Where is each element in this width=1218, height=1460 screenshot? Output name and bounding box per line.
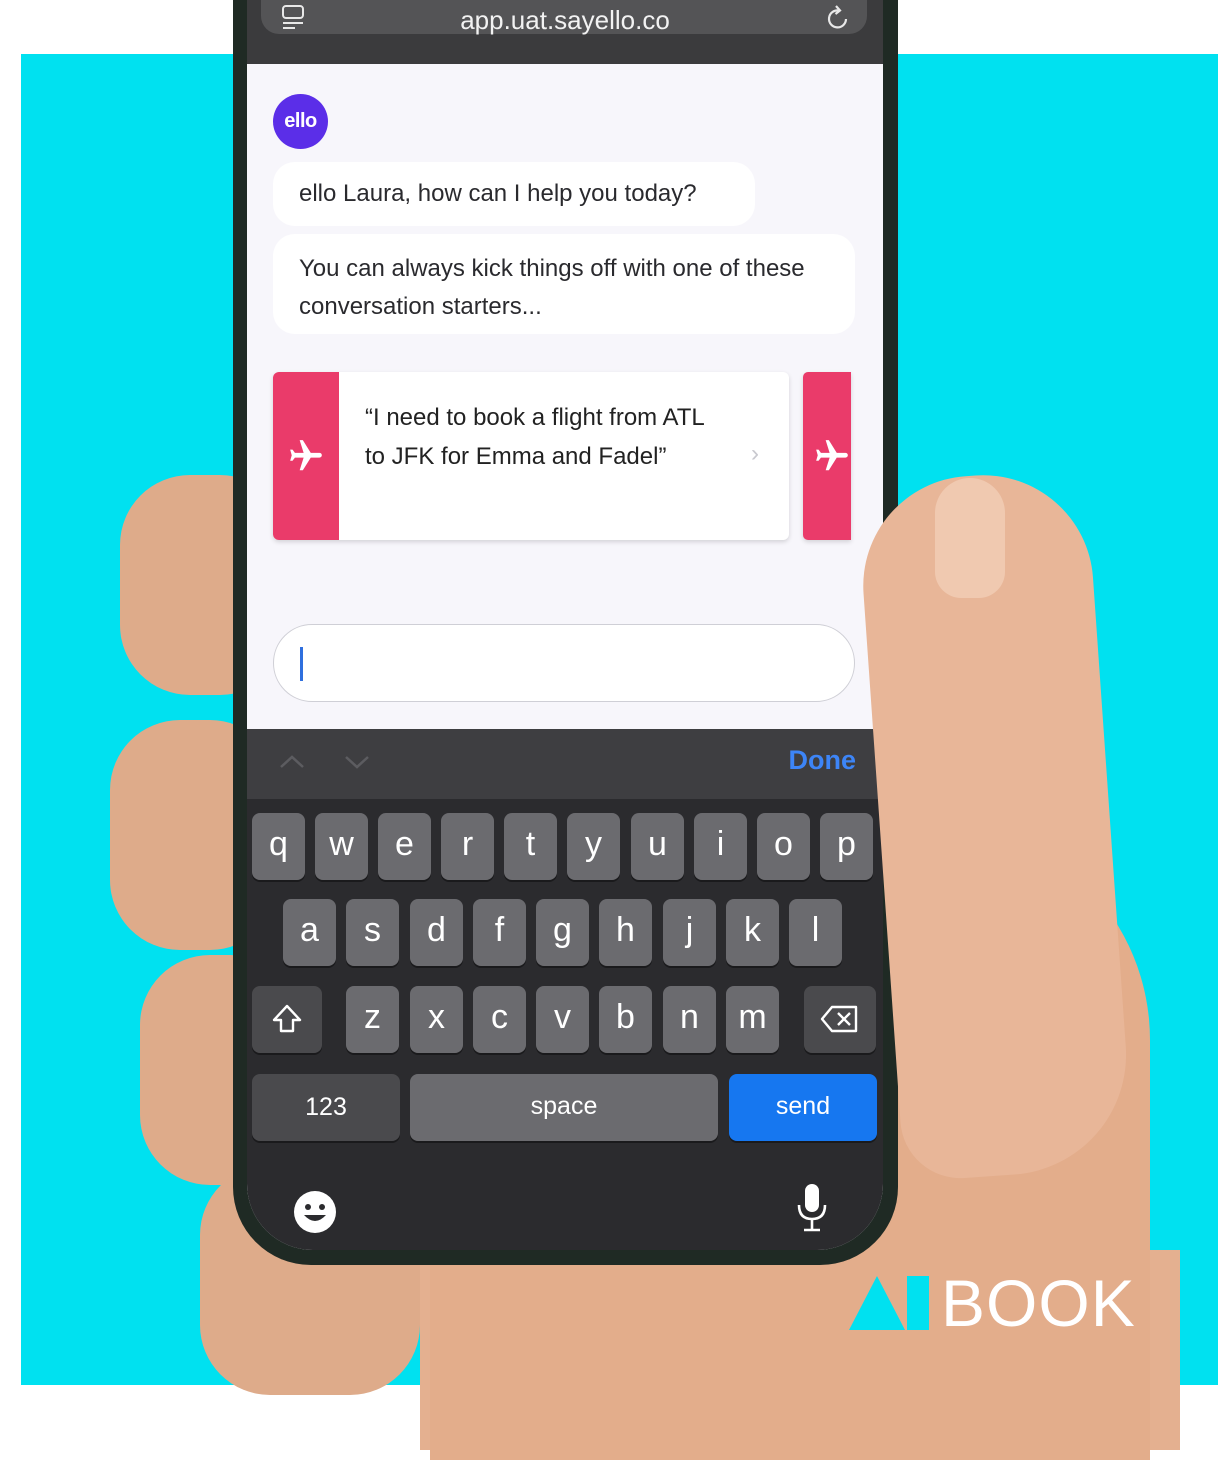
- key-s[interactable]: s: [346, 899, 399, 966]
- reload-icon[interactable]: [824, 4, 852, 32]
- browser-toolbar: app.uat.sayello.co: [247, 0, 883, 64]
- key-d[interactable]: d: [410, 899, 463, 966]
- keyboard: q w e r t y u i o p a s d f g h j k l z …: [247, 799, 883, 1250]
- key-x[interactable]: x: [410, 986, 463, 1053]
- airplane-icon: [816, 440, 848, 471]
- chevron-right-icon: ›: [751, 440, 759, 467]
- key-q[interactable]: q: [252, 813, 305, 880]
- key-p[interactable]: p: [820, 813, 873, 880]
- logo-triangle: [849, 1276, 905, 1330]
- key-i[interactable]: i: [694, 813, 747, 880]
- chevron-down-icon[interactable]: [342, 747, 372, 777]
- shift-icon: [272, 1004, 302, 1033]
- microphone-icon[interactable]: [792, 1181, 832, 1235]
- ello-avatar: ello: [273, 94, 328, 149]
- key-z[interactable]: z: [346, 986, 399, 1053]
- conversation-starter-card[interactable]: “I need to book a flight from ATL to JFK…: [273, 372, 789, 540]
- key-k[interactable]: k: [726, 899, 779, 966]
- key-w[interactable]: w: [315, 813, 368, 880]
- greeting-bubble: ello Laura, how can I help you today?: [273, 162, 755, 226]
- key-c[interactable]: c: [473, 986, 526, 1053]
- backspace-key[interactable]: [804, 986, 876, 1053]
- url-text[interactable]: app.uat.sayello.co: [247, 5, 883, 36]
- numbers-key[interactable]: 123: [252, 1074, 400, 1141]
- logo-text: BOOK: [941, 1266, 1136, 1340]
- key-a[interactable]: a: [283, 899, 336, 966]
- card-accent: [273, 372, 339, 540]
- shift-key[interactable]: [252, 986, 322, 1053]
- key-t[interactable]: t: [504, 813, 557, 880]
- message-input[interactable]: [273, 624, 855, 702]
- emoji-icon[interactable]: [292, 1189, 338, 1235]
- backspace-icon: [820, 1005, 858, 1033]
- key-l[interactable]: l: [789, 899, 842, 966]
- key-o[interactable]: o: [757, 813, 810, 880]
- logo-bar: [907, 1276, 929, 1330]
- key-v[interactable]: v: [536, 986, 589, 1053]
- key-e[interactable]: e: [378, 813, 431, 880]
- chat-area: ello ello Laura, how can I help you toda…: [247, 64, 883, 729]
- text-caret: [300, 647, 303, 681]
- key-g[interactable]: g: [536, 899, 589, 966]
- key-y[interactable]: y: [567, 813, 620, 880]
- keyboard-accessory-bar: Done: [247, 729, 883, 799]
- send-key[interactable]: send: [729, 1074, 877, 1141]
- aibook-logo: BOOK: [849, 1270, 1179, 1336]
- starter-text: “I need to book a flight from ATL to JFK…: [365, 404, 704, 470]
- key-h[interactable]: h: [599, 899, 652, 966]
- space-key[interactable]: space: [410, 1074, 718, 1141]
- key-m[interactable]: m: [726, 986, 779, 1053]
- airplane-icon: [290, 440, 322, 471]
- thumbnail: [935, 478, 1005, 598]
- key-r[interactable]: r: [441, 813, 494, 880]
- key-n[interactable]: n: [663, 986, 716, 1053]
- key-f[interactable]: f: [473, 899, 526, 966]
- phone-screen: app.uat.sayello.co ello ello Laura, how …: [247, 0, 883, 1250]
- done-button[interactable]: Done: [789, 745, 857, 776]
- next-starter-card[interactable]: [803, 372, 851, 540]
- key-j[interactable]: j: [663, 899, 716, 966]
- intro-bubble: You can always kick things off with one …: [273, 234, 855, 334]
- chevron-up-icon[interactable]: [277, 747, 307, 777]
- key-u[interactable]: u: [631, 813, 684, 880]
- key-b[interactable]: b: [599, 986, 652, 1053]
